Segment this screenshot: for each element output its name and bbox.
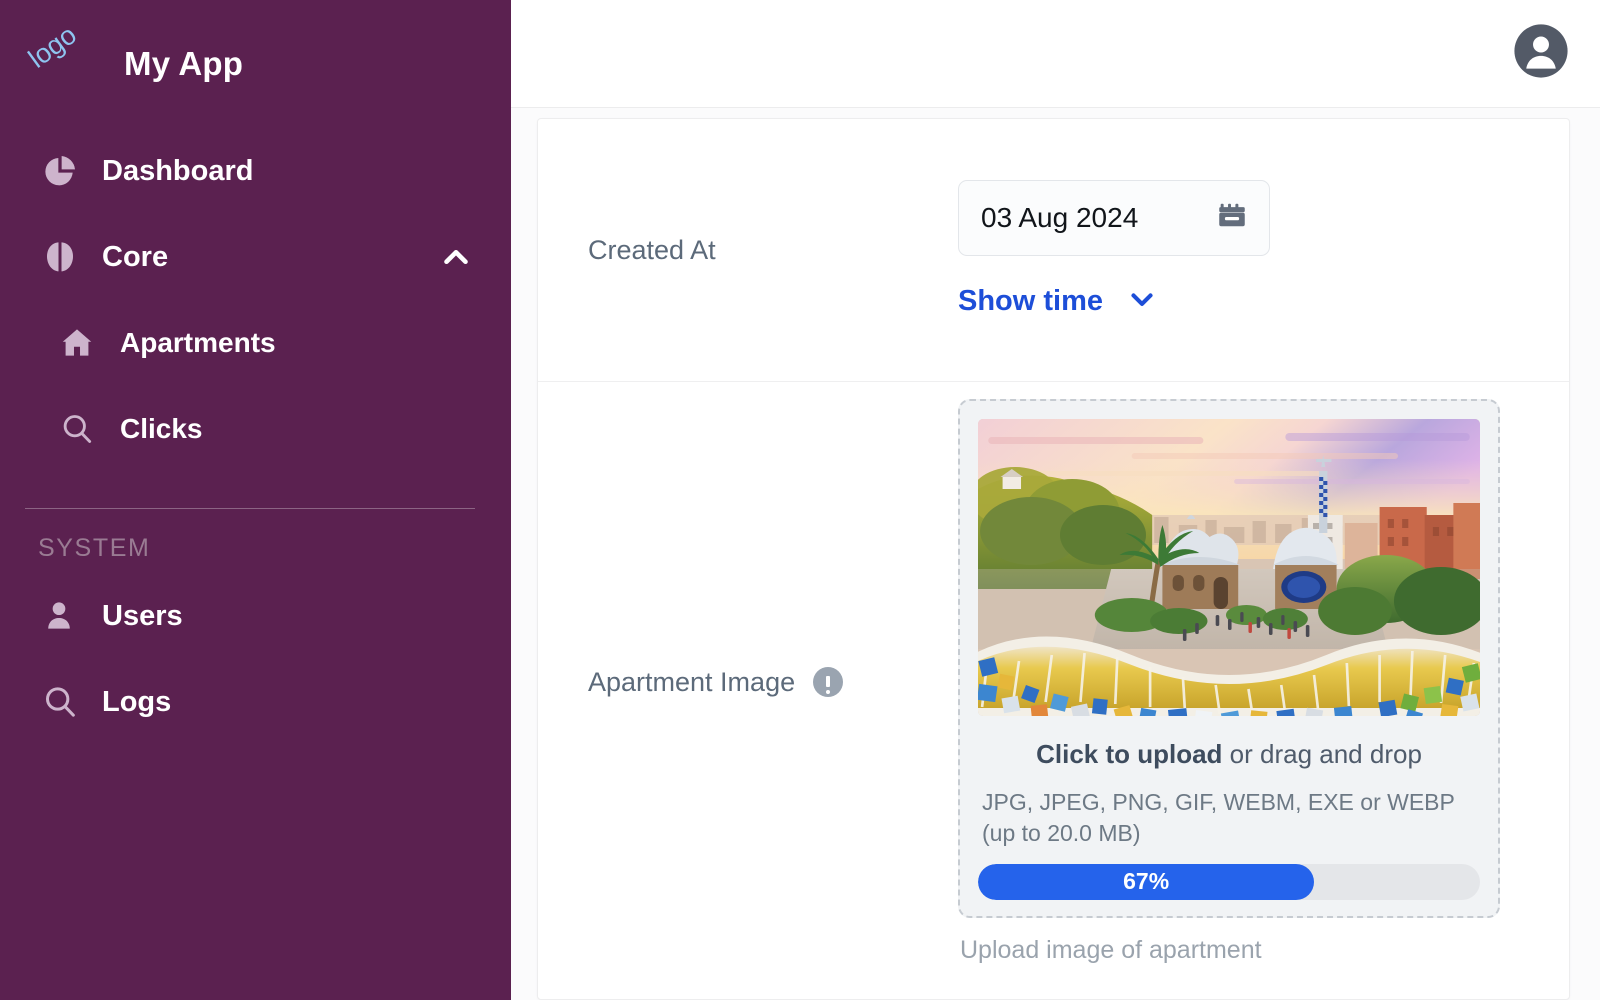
show-time-label: Show time (958, 284, 1104, 317)
calendar-icon[interactable] (1215, 198, 1249, 237)
preview-illustration (978, 419, 1480, 717)
image-dropzone[interactable]: Click to upload or drag and drop JPG, JP… (958, 399, 1500, 918)
content-wrapper: Created At 03 Aug 2024 Show time Apartme… (511, 108, 1600, 1000)
show-time-toggle[interactable]: Show time (958, 282, 1159, 321)
upload-progress-text: 67% (1123, 868, 1170, 895)
home-icon (58, 324, 102, 362)
brand[interactable]: logo My App (0, 0, 511, 128)
main-area: Created At 03 Aug 2024 Show time Apartme… (511, 0, 1600, 1000)
app-root: logo My App Dashboard Core Apartments Cl… (0, 0, 1600, 1000)
created-at-date-input[interactable]: 03 Aug 2024 (958, 179, 1270, 256)
created-at-date-value: 03 Aug 2024 (981, 201, 1139, 233)
user-avatar-icon[interactable] (1512, 22, 1570, 85)
form-card: Created At 03 Aug 2024 Show time Apartme… (537, 118, 1570, 1000)
sidebar-item-label: Users (102, 599, 183, 632)
apartment-image-label-text: Apartment Image (588, 666, 796, 697)
sidebar-item-label: Core (102, 240, 169, 273)
sidebar-divider (25, 508, 475, 509)
sidebar-section-label: SYSTEM (38, 534, 151, 562)
apartment-image-help-text: Upload image of apartment (960, 935, 1262, 964)
created-at-control: 03 Aug 2024 Show time (958, 179, 1519, 321)
image-preview (978, 419, 1480, 717)
upload-cta: Click to upload or drag and drop (978, 738, 1480, 771)
sidebar-item-label: Dashboard (102, 154, 254, 187)
upload-progress-bar: 67% (978, 863, 1480, 900)
logo-text: logo (22, 19, 82, 74)
chevron-up-icon[interactable] (437, 238, 475, 276)
search-icon (58, 410, 102, 448)
info-exclamation-icon[interactable] (813, 667, 844, 697)
apartment-image-label: Apartment Image (588, 667, 958, 698)
sidebar-item-dashboard[interactable]: Dashboard (0, 128, 511, 214)
sidebar-item-label: Apartments (120, 327, 276, 358)
chevron-down-icon (1125, 282, 1159, 321)
sidebar-item-core[interactable]: Core (0, 214, 511, 300)
search-icon (40, 682, 84, 722)
upload-cta-rest: or drag and drop (1222, 739, 1422, 770)
apartment-image-control: Click to upload or drag and drop JPG, JP… (958, 399, 1519, 965)
form-row-apartment-image: Apartment Image Click to upload or drag … (538, 382, 1569, 982)
upload-cta-bold: Click to upload (1036, 739, 1223, 770)
sidebar-item-logs[interactable]: Logs (0, 659, 511, 745)
brain-icon (40, 237, 84, 277)
created-at-label: Created At (588, 234, 716, 265)
app-title: My App (124, 45, 244, 82)
sidebar: logo My App Dashboard Core Apartments Cl… (0, 0, 511, 1000)
sidebar-item-clicks[interactable]: Clicks (0, 386, 511, 472)
pie-chart-icon (40, 151, 84, 191)
accepted-file-types: JPG, JPEG, PNG, GIF, WEBM, EXE or WEBP (… (982, 788, 1455, 847)
sidebar-item-apartments[interactable]: Apartments (0, 300, 511, 386)
sidebar-item-label: Logs (102, 685, 172, 718)
form-row-created-at: Created At 03 Aug 2024 Show time (538, 119, 1569, 381)
upload-progress-fill: 67% (978, 863, 1315, 900)
user-icon (40, 597, 84, 635)
logo-icon: logo (23, 20, 100, 90)
sidebar-item-label: Clicks (120, 413, 203, 444)
topbar (511, 0, 1600, 108)
sidebar-item-users[interactable]: Users (0, 573, 511, 659)
